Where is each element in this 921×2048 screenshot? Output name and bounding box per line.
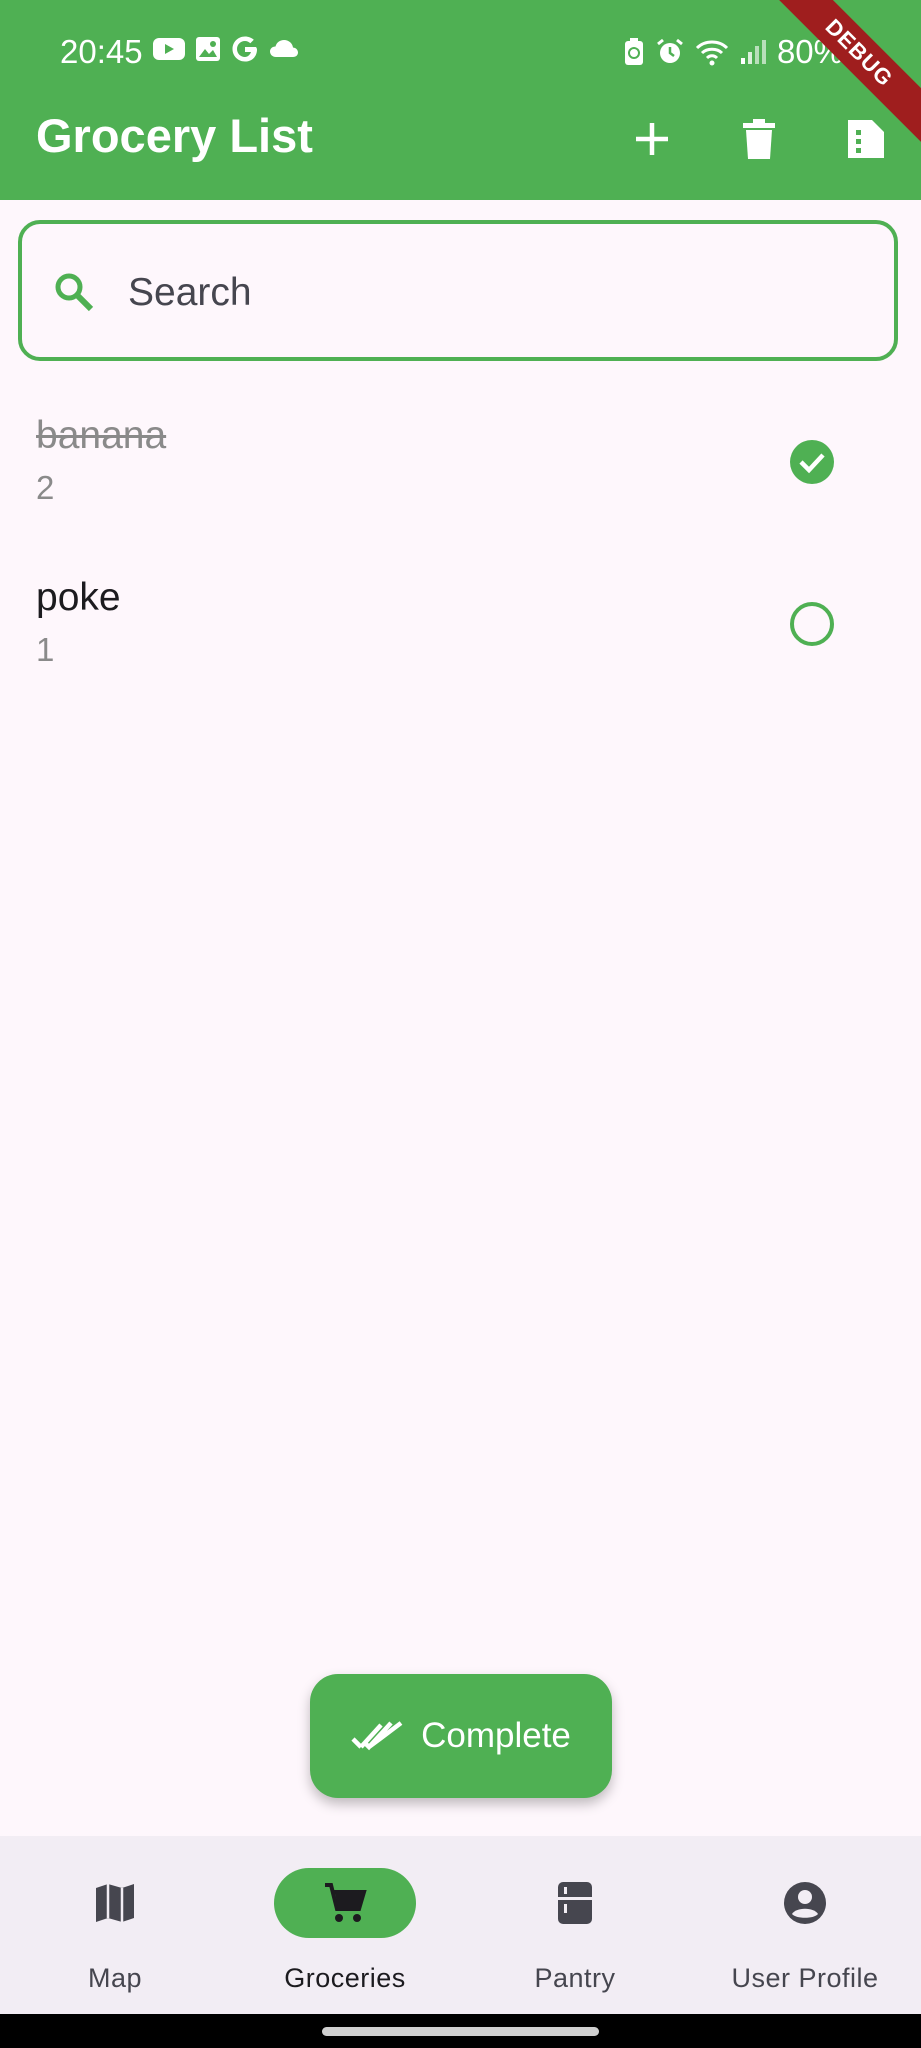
nav-item-groceries[interactable]: Groceries	[230, 1836, 460, 2014]
image-icon	[196, 37, 220, 61]
done-all-icon	[351, 1721, 403, 1751]
search-icon	[55, 273, 94, 312]
unchecked-circle-icon[interactable]	[788, 600, 836, 648]
fridge-icon	[558, 1882, 592, 1924]
item-name: poke	[36, 576, 121, 619]
account-icon	[784, 1882, 826, 1924]
alarm-icon	[657, 38, 683, 63]
page-title: Grocery List	[36, 109, 313, 162]
map-icon	[96, 1884, 134, 1922]
nav-pill	[504, 1868, 646, 1938]
nav-label-pantry: Pantry	[534, 1963, 616, 1993]
battery-saver-icon	[624, 38, 643, 65]
nav-label-map: Map	[87, 1963, 143, 1993]
search-field[interactable]	[18, 220, 898, 361]
add-icon	[636, 123, 668, 155]
cloud-icon	[270, 40, 298, 57]
nav-item-map[interactable]: Map	[0, 1836, 230, 2014]
item-name: banana	[36, 414, 167, 457]
system-navigation-bar	[0, 2014, 921, 2048]
add-button[interactable]	[617, 104, 687, 174]
item-quantity: 2	[36, 469, 55, 506]
nav-item-pantry[interactable]: Pantry	[460, 1836, 690, 2014]
nav-item-user-profile[interactable]: User Profile	[690, 1836, 920, 2014]
document-button[interactable]	[831, 104, 901, 174]
search-input[interactable]	[126, 260, 850, 326]
gesture-handle[interactable]	[322, 2027, 599, 2036]
item-quantity: 1	[36, 631, 55, 668]
status-bar: 20:45 80%	[0, 0, 921, 104]
checked-circle-icon[interactable]	[788, 438, 836, 486]
list-item[interactable]: poke 1	[0, 576, 921, 726]
nav-pill	[44, 1868, 186, 1938]
delete-icon	[743, 119, 775, 159]
google-icon	[232, 36, 257, 62]
nav-label-user-profile: User Profile	[731, 1963, 879, 1993]
cart-icon	[325, 1883, 367, 1922]
complete-button[interactable]: Complete	[310, 1674, 612, 1798]
nav-pill-active	[274, 1868, 416, 1938]
notification-icons	[152, 34, 300, 64]
youtube-icon	[153, 38, 185, 60]
wifi-icon	[695, 40, 728, 66]
nav-pill	[734, 1868, 876, 1938]
bottom-navigation: Map Groceries Pantry User Profile	[0, 1836, 921, 2014]
app-bar: 20:45 80% Grocery List DEBUG	[0, 0, 921, 200]
signal-icon	[740, 40, 766, 64]
file-icon	[848, 120, 884, 158]
status-time: 20:45	[60, 33, 143, 70]
list-item[interactable]: banana 2	[0, 414, 921, 564]
complete-button-label: Complete	[421, 1716, 571, 1755]
nav-label-groceries: Groceries	[284, 1963, 406, 1993]
delete-button[interactable]	[724, 104, 794, 174]
